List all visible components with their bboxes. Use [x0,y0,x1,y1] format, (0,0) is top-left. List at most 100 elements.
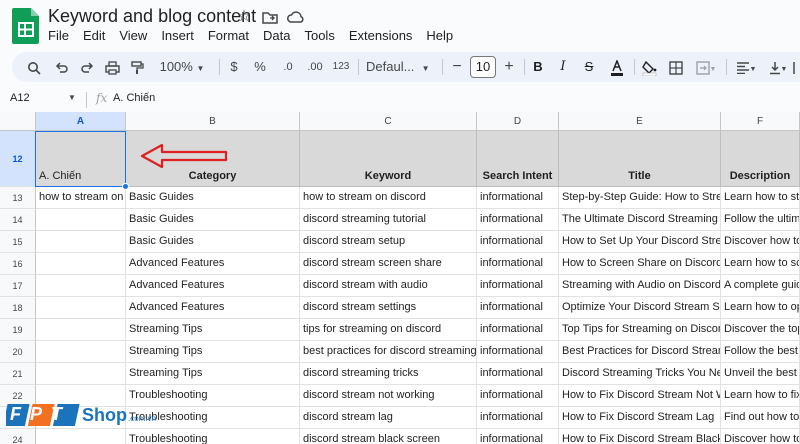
cell-description[interactable]: A complete guide [721,275,800,297]
menu-insert[interactable]: Insert [161,27,201,45]
cell-category[interactable]: Basic Guides [126,209,300,231]
fill-handle[interactable] [122,183,129,190]
cell-a[interactable] [36,319,126,341]
cell-category[interactable]: Streaming Tips [126,363,300,385]
cell-description[interactable]: Follow the ultimate [721,209,800,231]
cell-keyword[interactable]: tips for streaming on discord [300,319,477,341]
cell-keyword[interactable]: discord stream settings [300,297,477,319]
move-to-folder-icon[interactable] [260,7,280,27]
cell-keyword[interactable]: best practices for discord streaming [300,341,477,363]
cell-search-intent[interactable]: informational [477,187,559,209]
cell-a[interactable] [36,363,126,385]
cell-title[interactable]: Top Tips for Streaming on Discord [559,319,721,341]
increase-decimal-button[interactable]: .00 [302,52,328,82]
header-cell-search-intent[interactable]: Search Intent [477,131,559,187]
column-header-e[interactable]: E [559,112,721,131]
redo-icon[interactable] [77,52,97,82]
cell-title[interactable]: How to Set Up Your Discord Stream [559,231,721,253]
cell-search-intent[interactable]: informational [477,275,559,297]
cell-search-intent[interactable]: informational [477,253,559,275]
increase-font-size-button[interactable]: + [502,52,516,82]
undo-icon[interactable] [52,52,72,82]
cloud-saved-icon[interactable] [286,7,306,27]
cell-keyword[interactable]: discord stream screen share [300,253,477,275]
cell-title[interactable]: How to Fix Discord Stream Not Working [559,385,721,407]
cell-a[interactable] [36,341,126,363]
cell-search-intent[interactable]: informational [477,429,559,444]
cell-search-intent[interactable]: informational [477,209,559,231]
cell-keyword[interactable]: discord stream setup [300,231,477,253]
decrease-font-size-button[interactable]: − [450,52,464,82]
font-size-input[interactable]: 10 [470,56,496,78]
column-header-b[interactable]: B [126,112,300,131]
font-family-select[interactable]: Defaul... ▼ [366,52,438,82]
cell-description[interactable]: Discover how to fix [721,429,800,444]
cell-description[interactable]: Learn how to optimize [721,297,800,319]
row-header[interactable]: 15 [0,231,36,253]
cell-a[interactable] [36,231,126,253]
row-header[interactable]: 12 [0,131,36,187]
borders-icon[interactable] [667,52,685,82]
search-menus-icon[interactable] [24,52,44,82]
menu-data[interactable]: Data [263,27,297,45]
cell-title[interactable]: Discord Streaming Tricks You Need [559,363,721,385]
cell-category[interactable]: Basic Guides [126,187,300,209]
column-header-c[interactable]: C [300,112,477,131]
cell-title[interactable]: How to Fix Discord Stream Lag [559,407,721,429]
row-header[interactable]: 13 [0,187,36,209]
cell-a[interactable] [36,275,126,297]
formula-input[interactable]: A. Chiến [113,92,155,104]
cell-keyword[interactable]: discord stream black screen [300,429,477,444]
number-format-button[interactable]: 123 [330,52,352,82]
menu-view[interactable]: View [119,27,154,45]
print-icon[interactable] [102,52,122,82]
cell-description[interactable]: Learn how to screen [721,253,800,275]
cell-category[interactable]: Advanced Features [126,297,300,319]
cell-search-intent[interactable]: informational [477,297,559,319]
header-cell-keyword[interactable]: Keyword [300,131,477,187]
cell-title[interactable]: Best Practices for Discord Streaming [559,341,721,363]
menu-format[interactable]: Format [208,27,256,45]
menu-extensions[interactable]: Extensions [349,27,420,45]
cell-category[interactable]: Basic Guides [126,231,300,253]
cell-a[interactable] [36,209,126,231]
header-cell-title[interactable]: Title [559,131,721,187]
cell-a[interactable] [36,253,126,275]
horizontal-align-icon[interactable]: ▼ [732,52,760,82]
column-header-d[interactable]: D [477,112,559,131]
cell-title[interactable]: Step-by-Step Guide: How to Stream on Dis… [559,187,721,209]
cell-search-intent[interactable]: informational [477,363,559,385]
menu-help[interactable]: Help [426,27,460,45]
document-title[interactable]: Keyword and blog content [48,6,256,27]
cell-a[interactable]: how to stream on discord [36,187,126,209]
cell-search-intent[interactable]: informational [477,341,559,363]
cell-title[interactable]: The Ultimate Discord Streaming Tutorial [559,209,721,231]
currency-format-button[interactable]: $ [226,52,242,82]
row-header[interactable]: 21 [0,363,36,385]
cell-keyword[interactable]: discord streaming tricks [300,363,477,385]
cell-description[interactable]: Discover how to set [721,231,800,253]
zoom-select[interactable]: 100% ▼ [157,52,207,82]
cell-category[interactable]: Advanced Features [126,253,300,275]
cell-keyword[interactable]: how to stream on discord [300,187,477,209]
cell-description[interactable]: Discover the top tips [721,319,800,341]
cell-a[interactable] [36,297,126,319]
header-cell-description[interactable]: Description [721,131,800,187]
cell-keyword[interactable]: discord stream lag [300,407,477,429]
row-header[interactable]: 18 [0,297,36,319]
select-all-corner[interactable] [0,112,36,131]
text-wrapping-icon[interactable] [792,52,800,82]
italic-button[interactable]: I [555,52,571,82]
cell-search-intent[interactable]: informational [477,231,559,253]
cell-search-intent[interactable]: informational [477,319,559,341]
cell-search-intent[interactable]: informational [477,385,559,407]
cell-category[interactable]: Streaming Tips [126,319,300,341]
cell-search-intent[interactable]: informational [477,407,559,429]
sheets-logo-icon[interactable] [12,6,40,44]
row-header[interactable]: 20 [0,341,36,363]
cell-category[interactable]: Streaming Tips [126,341,300,363]
menu-edit[interactable]: Edit [83,27,112,45]
menu-tools[interactable]: Tools [304,27,341,45]
row-header[interactable]: 16 [0,253,36,275]
row-header[interactable]: 19 [0,319,36,341]
